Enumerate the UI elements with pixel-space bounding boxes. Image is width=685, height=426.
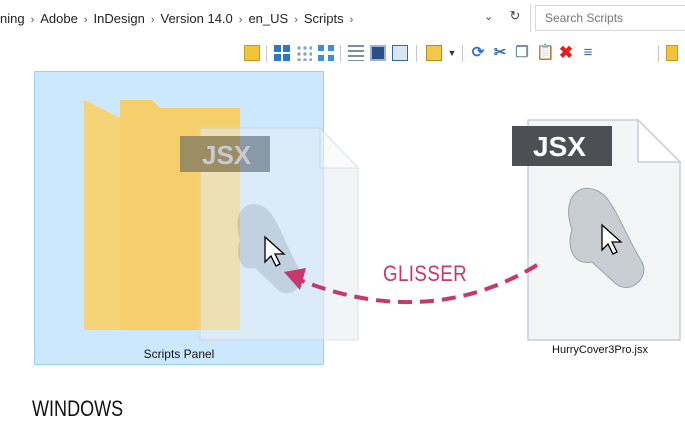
artwork: JSX JSX <box>84 100 682 341</box>
drag-annotation: GLISSER <box>383 261 468 286</box>
caption: WINDOWS <box>32 396 124 421</box>
jsx-badge-text: JSX <box>533 131 586 162</box>
folder-front-icon <box>84 100 120 330</box>
folder-label: Scripts Panel <box>143 347 215 361</box>
file-label: HurryCover3Pro.jsx <box>552 344 648 356</box>
ghost-badge-text: JSX <box>202 140 252 170</box>
